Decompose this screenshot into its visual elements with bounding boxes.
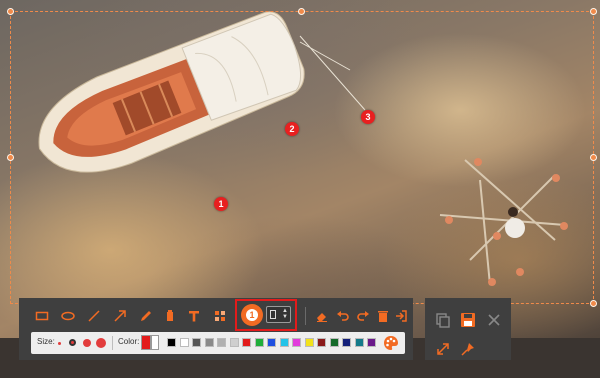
color-swatch[interactable] [342, 338, 351, 347]
ellipse-icon [61, 311, 75, 321]
current-color-swatch[interactable] [141, 335, 151, 350]
options-divider [112, 336, 113, 350]
undo-button[interactable] [332, 306, 354, 326]
close-icon[interactable] [486, 312, 502, 328]
line-icon [88, 310, 100, 322]
size-option-large[interactable] [83, 339, 91, 347]
annotation-toolbar: 1 ▲ ▼ Size: Color: [19, 298, 413, 360]
color-swatch[interactable] [204, 338, 214, 347]
highlighter-tool[interactable] [159, 306, 181, 326]
copy-icon[interactable] [435, 312, 451, 328]
redo-button[interactable] [352, 306, 374, 326]
toolbar-divider [305, 307, 306, 325]
pencil-tool[interactable] [135, 306, 157, 326]
arrow-icon [114, 310, 126, 322]
size-option-small[interactable] [58, 342, 61, 345]
color-swatch[interactable] [292, 338, 301, 347]
color-swatch[interactable] [317, 338, 326, 347]
options-bar: Size: Color: [31, 332, 405, 354]
color-swatch[interactable] [304, 338, 314, 347]
number-style-preview [270, 310, 276, 319]
color-swatch[interactable] [354, 338, 364, 347]
text-tool[interactable] [183, 306, 205, 326]
handle-top-center[interactable] [298, 8, 305, 15]
color-swatch[interactable] [254, 338, 264, 347]
color-swatch[interactable] [179, 338, 189, 347]
color-swatch[interactable] [367, 338, 376, 347]
handle-bottom-right[interactable] [590, 300, 597, 307]
fullscreen-icon[interactable] [435, 341, 451, 357]
color-swatch[interactable] [167, 338, 176, 347]
color-swatch[interactable] [267, 338, 276, 347]
text-icon [189, 311, 199, 322]
handle-top-right[interactable] [590, 8, 597, 15]
exit-icon [396, 310, 407, 322]
number-tool[interactable]: 1 ▲ ▼ [235, 299, 297, 331]
eraser-button[interactable] [311, 306, 333, 326]
redo-icon [357, 311, 369, 321]
arrow-tool[interactable] [109, 306, 131, 326]
number-icon[interactable]: 1 [241, 304, 263, 326]
handle-middle-left[interactable] [7, 154, 14, 161]
mosaic-icon [215, 311, 225, 321]
rectangle-icon [35, 311, 49, 321]
undo-icon [337, 311, 349, 321]
highlighter-icon [167, 310, 173, 321]
line-tool[interactable] [83, 306, 105, 326]
color-swatch[interactable] [242, 338, 251, 347]
chevron-updown-icon: ▲ ▼ [282, 308, 288, 320]
color-swatch[interactable] [329, 338, 339, 347]
secondary-color-swatch[interactable] [151, 335, 159, 350]
size-option-medium[interactable] [69, 339, 76, 346]
number-style-select[interactable]: ▲ ▼ [266, 306, 291, 323]
size-option-xlarge[interactable] [96, 338, 106, 348]
selection-frame[interactable] [10, 11, 594, 304]
exit-button[interactable] [390, 306, 412, 326]
ellipse-tool[interactable] [57, 306, 79, 326]
color-swatch[interactable] [279, 338, 289, 347]
number-marker[interactable]: 2 [285, 122, 299, 136]
palette-icon[interactable] [383, 335, 399, 351]
trash-icon [378, 311, 388, 322]
output-panel [425, 298, 511, 360]
size-label: Size: [37, 337, 55, 346]
number-marker[interactable]: 3 [361, 110, 375, 124]
color-swatch[interactable] [229, 338, 239, 347]
pencil-icon [141, 311, 151, 321]
pin-icon[interactable] [460, 341, 476, 357]
mosaic-tool[interactable] [209, 306, 231, 326]
handle-middle-right[interactable] [590, 154, 597, 161]
color-swatch[interactable] [217, 338, 226, 347]
rectangle-tool[interactable] [31, 306, 53, 326]
handle-top-left[interactable] [7, 8, 14, 15]
number-marker[interactable]: 1 [214, 197, 228, 211]
save-icon[interactable] [460, 312, 476, 328]
color-swatch[interactable] [192, 338, 201, 347]
eraser-icon [317, 313, 327, 322]
color-label: Color: [118, 337, 140, 346]
